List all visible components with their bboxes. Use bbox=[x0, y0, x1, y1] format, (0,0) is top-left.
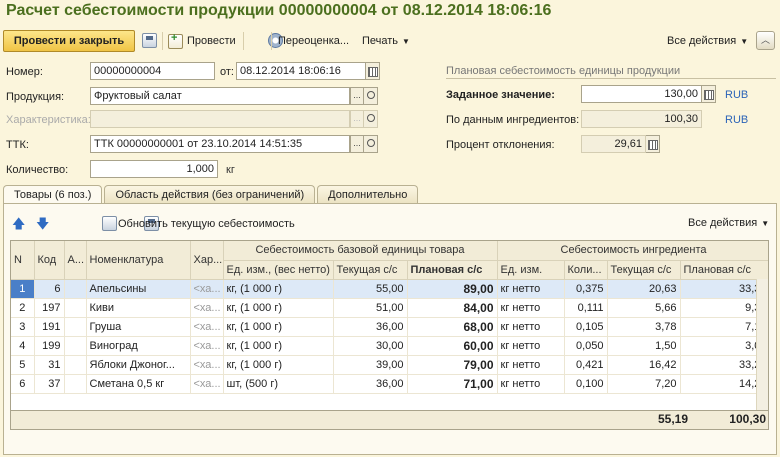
date-field[interactable]: 08.12.2014 18:06:16 bbox=[236, 62, 366, 80]
group-ingredient-cost: Себестоимость ингредиента bbox=[497, 241, 768, 261]
date-label: от: bbox=[220, 66, 234, 78]
col-ingredient-unit[interactable]: Ед. изм. bbox=[497, 260, 565, 280]
currency-label: RUB bbox=[725, 114, 749, 126]
calculator-icon[interactable] bbox=[702, 85, 716, 103]
choose-button[interactable]: ... bbox=[350, 135, 364, 153]
calendar-icon[interactable] bbox=[366, 62, 380, 80]
col-ingredient-current[interactable]: Текущая с/с bbox=[607, 260, 681, 280]
deviation-label: Процент отклонения: bbox=[446, 139, 555, 151]
revaluation-button[interactable]: Переоценка... bbox=[278, 31, 349, 51]
post-and-close-button[interactable]: Провести и закрыть bbox=[3, 30, 135, 52]
product-field[interactable]: Фруктовый салат bbox=[90, 87, 350, 105]
chevron-down-icon: ▼ bbox=[761, 218, 770, 228]
search-icon[interactable] bbox=[364, 135, 378, 153]
search-icon[interactable] bbox=[364, 87, 378, 105]
col-unit[interactable]: Ед. изм., (вес нетто) bbox=[223, 260, 334, 280]
table-row[interactable]: 3 191 Груша <ха... кг, (1 000 г) 36,00 68,00… bbox=[11, 317, 768, 337]
choose-button[interactable]: ... bbox=[350, 87, 364, 105]
post-button[interactable]: Провести bbox=[168, 31, 236, 51]
col-ingredient-planned[interactable]: Плановая с/с bbox=[680, 260, 768, 280]
col-n[interactable]: N bbox=[11, 241, 35, 280]
table-row[interactable]: 4 199 Виноград <ха... кг, (1 000 г) 30,00 60… bbox=[11, 336, 768, 356]
quantity-unit: кг bbox=[226, 164, 235, 176]
tab-additional[interactable]: Дополнительно bbox=[317, 185, 419, 204]
table-row[interactable]: 5 31 Яблоки Джоног... <ха... кг, (1 000 г)… bbox=[11, 355, 768, 375]
currency-link[interactable]: RUB bbox=[725, 89, 748, 101]
ingredients-label: По данным ингредиентов: bbox=[446, 114, 580, 126]
col-planned[interactable]: Плановая с/с bbox=[407, 260, 498, 280]
table-row[interactable]: 6 37 Сметана 0,5 кг <ха... шт, (500 г) 36,0… bbox=[11, 374, 768, 394]
print-menu[interactable]: Печать ▼ bbox=[362, 31, 410, 51]
ingredients-field: 100,30 bbox=[581, 110, 702, 128]
characteristic-field bbox=[90, 110, 350, 128]
deviation-field: 29,61 bbox=[581, 135, 646, 153]
total-ingredient-planned: 100,30 bbox=[729, 412, 766, 426]
move-down-icon[interactable]: 🡇 bbox=[36, 215, 49, 237]
col-current[interactable]: Текущая с/с bbox=[333, 260, 408, 280]
calculator-icon[interactable] bbox=[646, 135, 660, 153]
tab-bar: Товары (6 поз.) Область действия (без ог… bbox=[3, 185, 419, 205]
quantity-label: Количество: bbox=[6, 164, 69, 176]
goods-table[interactable]: N Код А... Номенклатура Хар... Себестоим… bbox=[10, 240, 769, 430]
update-cost-button[interactable]: Обновить текущую себестоимость bbox=[118, 218, 295, 230]
col-quantity[interactable]: Коли... bbox=[564, 260, 608, 280]
page-title: Расчет себестоимости продукции 000000000… bbox=[6, 2, 552, 19]
set-value-field[interactable]: 130,00 bbox=[581, 85, 702, 103]
table-row[interactable]: 16 Апельсины <ха... кг, (1 000 г) 55,00 89,… bbox=[11, 279, 768, 299]
group-base-cost: Себестоимость базовой единицы товара bbox=[223, 241, 498, 261]
save-icon[interactable] bbox=[142, 33, 157, 48]
chevron-down-icon: ▼ bbox=[402, 36, 410, 46]
number-label: Номер: bbox=[6, 66, 43, 78]
post-document-icon bbox=[168, 32, 183, 49]
col-nomenclature[interactable]: Номенклатура bbox=[86, 241, 191, 280]
number-field[interactable]: 00000000004 bbox=[90, 62, 215, 80]
chevron-up-icon: ︿ bbox=[760, 35, 770, 45]
tab-scope[interactable]: Область действия (без ограничений) bbox=[104, 185, 316, 204]
goods-all-actions-menu[interactable]: Все действия ▼ bbox=[688, 213, 769, 233]
planned-section-title: Плановая себестоимость единицы продукции bbox=[446, 65, 776, 79]
characteristic-label: Характеристика: bbox=[6, 114, 91, 126]
ttk-field[interactable]: ТТК 00000000001 от 23.10.2014 14:51:35 bbox=[90, 135, 350, 153]
tab-goods[interactable]: Товары (6 поз.) bbox=[3, 185, 103, 205]
set-value-label: Заданное значение: bbox=[446, 89, 555, 101]
search-icon bbox=[364, 110, 378, 128]
ttk-label: ТТК: bbox=[6, 139, 29, 151]
table-row[interactable]: 2 197 Киви <ха... кг, (1 000 г) 51,00 84,00 … bbox=[11, 298, 768, 318]
chevron-down-icon: ▼ bbox=[740, 36, 749, 46]
col-a[interactable]: А... bbox=[64, 241, 87, 280]
copy-icon[interactable] bbox=[102, 216, 118, 231]
table-scrollbar[interactable] bbox=[756, 279, 768, 411]
total-ingredient-current: 55,19 bbox=[657, 412, 688, 426]
col-code[interactable]: Код bbox=[34, 241, 65, 280]
choose-button: ... bbox=[350, 110, 364, 128]
product-label: Продукция: bbox=[6, 91, 65, 103]
col-characteristic[interactable]: Хар... bbox=[190, 241, 224, 280]
collapse-button[interactable]: ︿ bbox=[756, 31, 775, 50]
move-up-icon[interactable]: 🡅 bbox=[12, 215, 25, 237]
quantity-field[interactable]: 1,000 bbox=[90, 160, 218, 178]
all-actions-menu[interactable]: Все действия ▼ bbox=[667, 31, 748, 51]
